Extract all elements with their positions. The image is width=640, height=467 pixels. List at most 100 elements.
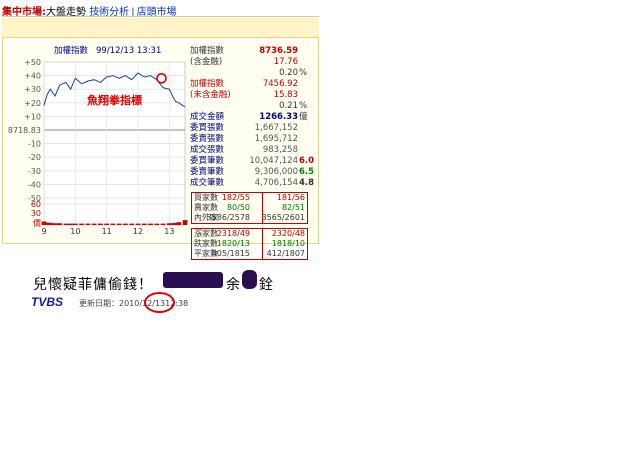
stat-value: 15.83 — [273, 90, 298, 100]
stat-label: 加權指數 — [190, 79, 225, 89]
y-tick-label: -20 — [28, 153, 41, 162]
breadth-row: 漲家數 2318/49 2320/48 — [192, 229, 307, 239]
stat-value: 8736.59 — [259, 46, 298, 56]
x-tick-label: 10 — [70, 227, 80, 236]
breadth-value-b: 181/56 — [276, 193, 305, 202]
stat-value: 4,706,154 — [254, 178, 298, 188]
nav-divider — [2, 16, 319, 17]
breadth-value-b: 1818/10 — [271, 239, 305, 248]
tvbs-logo: TVBS — [31, 296, 63, 308]
stat-unit: % — [299, 101, 308, 111]
volume-bar — [182, 220, 188, 225]
stat-row: 成交張數 983,258 — [190, 145, 312, 156]
stat-row: 0.20% — [190, 68, 312, 79]
volume-bar — [68, 223, 73, 225]
stat-value: 1,667,152 — [254, 123, 298, 133]
redaction-block-small — [242, 270, 257, 289]
breadth-value-a: 80/50 — [226, 203, 250, 212]
headline-tail-2: 銓 — [259, 277, 273, 293]
volume-bar — [72, 223, 78, 225]
stat-row: 成交金額 1266.33 億 — [190, 112, 312, 123]
breadth-row: 賣家數 80/50 82/51 — [192, 203, 307, 213]
y-tick-label: +10 — [24, 112, 41, 121]
headline-tail-1: 余 — [226, 277, 240, 293]
breadth-value-a: 3586/2578 — [206, 213, 250, 222]
highlight-circle — [144, 292, 175, 313]
volume-bar — [141, 223, 147, 225]
news-headline[interactable]: 兒懷疑菲傭偷錢！ — [33, 274, 153, 294]
breadth-label: 賣家數 — [194, 203, 218, 212]
redaction-block — [163, 272, 223, 288]
y-tick-label: -10 — [28, 140, 41, 149]
chart-annotation: 魚翔拳指標 — [87, 93, 142, 107]
stat-label: 成交金額 — [190, 112, 225, 122]
y-tick-label: +30 — [24, 85, 41, 94]
breadth-row: 買家數 182/55 181/56 — [192, 193, 307, 203]
breadth-row: 平家數 405/1815 412/1807 — [192, 249, 307, 259]
breadth-value-b: 3565/2601 — [261, 213, 305, 222]
stat-row: 委買筆數 10,047,124 6.0 — [190, 156, 315, 167]
volume-bar — [52, 223, 58, 225]
breadth-value-a: 1820/13 — [216, 239, 250, 248]
index-chart: +50 +40 +30 +20 +10 8718.83 -10 -20 -30 -40 -50 60 3… — [2, 38, 190, 242]
volume-tick-label: 30 — [31, 209, 41, 218]
volume-bar — [116, 223, 122, 225]
x-tick-label: 11 — [102, 227, 112, 236]
tvbs-logo-text: TVBS — [31, 296, 63, 308]
stat-value: 1,695,712 — [254, 134, 298, 144]
stat-label: (未含金融) — [190, 90, 231, 100]
volume-bar — [176, 222, 182, 225]
stat-value: 1266.33 — [259, 112, 298, 122]
volume-bar — [47, 222, 53, 225]
volume-bar — [160, 223, 166, 225]
x-tick-label: 12 — [133, 227, 143, 236]
stat-value: 0.21 — [279, 101, 298, 111]
x-tick-label: 9 — [41, 227, 46, 236]
volume-tick-label: 60 — [31, 200, 41, 209]
stat-row: (含金融) 17.76 — [190, 57, 312, 68]
chart-datetime: 99/12/13 13:31 — [96, 46, 161, 56]
volume-bar — [57, 223, 63, 225]
stat-label: 委買筆數 — [190, 156, 225, 166]
breadth-value-b: 412/1807 — [266, 249, 305, 258]
stat-label: 成交張數 — [190, 145, 225, 155]
stat-label: 成交筆數 — [190, 178, 225, 188]
y-tick-label: -40 — [28, 180, 41, 189]
breadth-label: 跌家數 — [194, 239, 218, 248]
stat-unit: 4.8 — [299, 178, 315, 188]
stat-row: (未含金融) 15.83 — [190, 90, 312, 101]
volume-unit-label: 價 — [33, 219, 41, 228]
breadth-label: 買家數 — [194, 193, 218, 202]
stat-row: 加權指數 8736.59 — [190, 46, 312, 57]
volume-bar — [129, 223, 135, 225]
stat-label: 委買張數 — [190, 123, 225, 133]
stat-unit: 億 — [299, 112, 308, 122]
breadth-value-a: 2318/49 — [216, 229, 250, 238]
volume-bar — [148, 223, 153, 225]
breadth-value-b: 2320/48 — [271, 229, 305, 238]
volume-bar — [135, 223, 141, 225]
stat-label: 委賣筆數 — [190, 167, 225, 177]
volume-bar — [79, 223, 84, 225]
x-tick-label: 13 — [164, 227, 174, 236]
volume-bar — [91, 223, 97, 225]
stat-row: 委買張數 1,667,152 — [190, 123, 312, 134]
stat-row: 成交筆數 4,706,154 4.8 — [190, 178, 315, 189]
stat-value: 17.76 — [273, 57, 298, 67]
panel-header-stripe — [2, 18, 319, 38]
volume-bar — [104, 223, 110, 225]
breadth-box-1: 買家數 182/55 181/56 賣家數 80/50 82/51 內外家 3586/2578… — [191, 192, 308, 224]
stat-row: 0.21% — [190, 101, 312, 112]
stat-value: 7456.92 — [262, 79, 298, 89]
volume-bar — [154, 223, 160, 225]
stat-value: 0.20 — [279, 68, 298, 78]
stat-label: (含金融) — [190, 57, 223, 67]
breadth-box-2: 漲家數 2318/49 2320/48 跌家數 1820/13 1818/10 平家數 405… — [191, 228, 308, 260]
volume-bar — [85, 223, 91, 225]
stat-row: 委賣筆數 9,306,000 6.5 — [190, 167, 314, 178]
chart-title: 加權指數 — [54, 45, 89, 56]
volume-bar — [98, 223, 103, 225]
volume-bar — [63, 223, 69, 225]
breadth-row: 跌家數 1820/13 1818/10 — [192, 239, 307, 249]
stat-unit: 6.0 — [299, 156, 315, 166]
